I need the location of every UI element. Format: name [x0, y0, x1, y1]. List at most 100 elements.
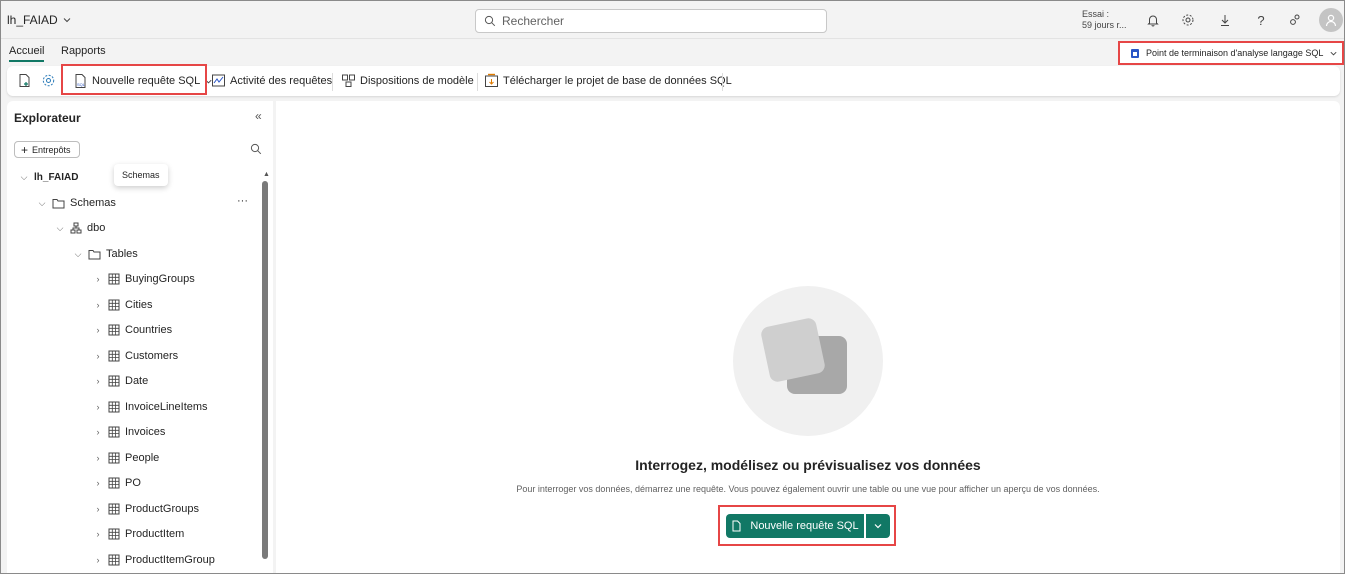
main-canvas: Interrogez, modélisez ou prévisualisez v… — [276, 101, 1340, 573]
tree-label: Customers — [125, 349, 179, 362]
activity-icon — [212, 74, 225, 87]
plus-icon: + — [21, 142, 29, 157]
chevron-right-icon: › — [96, 427, 100, 437]
tree-table-item[interactable]: › Customers — [93, 349, 179, 362]
endpoint-icon — [1131, 48, 1139, 58]
tree-table-item[interactable]: › ProductItem — [93, 528, 185, 540]
settings-icon[interactable] — [41, 73, 56, 88]
share-icon[interactable] — [1286, 11, 1304, 29]
warehouses-label: Entrepôts — [32, 144, 71, 155]
tree-table-item[interactable]: › PO — [93, 477, 141, 489]
tooltip: Schemas — [114, 164, 168, 186]
schema-icon — [70, 222, 82, 234]
scroll-up-icon[interactable]: ▲ — [263, 171, 270, 178]
search-icon[interactable] — [250, 143, 262, 158]
chevron-down-icon: ⌵ — [38, 197, 46, 208]
tree-label: Date — [125, 375, 149, 387]
table-icon — [108, 426, 120, 438]
tree-table-item[interactable]: › ProductItemGroup — [93, 554, 215, 566]
search-placeholder: Rechercher — [502, 14, 565, 28]
endpoint-label: Point de terminaison d'analyse langage S… — [1146, 48, 1324, 58]
workspace-selector[interactable]: lh_FAIAD — [7, 13, 72, 27]
model-layouts-label: Dispositions de modèle — [360, 74, 474, 87]
tree-label: lh_FAIAD — [34, 172, 79, 183]
chevron-right-icon: › — [96, 350, 100, 361]
tree-table-item[interactable]: › Cities — [93, 299, 153, 311]
tree-label: Invoices — [125, 426, 166, 438]
tree-table-item[interactable]: › InvoiceLineItems — [93, 401, 208, 413]
table-icon — [108, 273, 120, 285]
new-sql-highlight-frame — [61, 64, 207, 95]
tab-rapports[interactable]: Rapports — [61, 45, 106, 57]
cta-dropdown-button[interactable] — [866, 514, 890, 538]
scrollbar[interactable] — [262, 181, 268, 559]
trial-status[interactable]: Essai : 59 jours r... — [1082, 9, 1127, 31]
tree-table-item[interactable]: › Countries — [93, 324, 173, 336]
collapse-panel-icon[interactable]: « — [255, 109, 262, 123]
download-sql-project-label: Télécharger le projet de base de données… — [503, 74, 732, 87]
tree-label: dbo — [87, 222, 106, 234]
tree-tables-folder[interactable]: ⌵ Tables — [73, 248, 138, 260]
tree-table-item[interactable]: › Invoices — [93, 426, 166, 438]
download-sql-project-button[interactable]: Télécharger le projet de base de données… — [484, 73, 732, 88]
folder-icon — [88, 249, 101, 259]
chevron-right-icon: › — [96, 299, 100, 310]
app-window: lh_FAIAD Rechercher Essai : 59 jours r..… — [0, 0, 1345, 574]
chevron-right-icon: › — [96, 325, 100, 335]
bell-icon[interactable] — [1144, 11, 1162, 29]
query-activity-button[interactable]: Activité des requêtes — [211, 73, 332, 88]
new-item-icon[interactable] — [17, 73, 32, 88]
table-icon — [108, 452, 120, 463]
chevron-down-icon: ⌵ — [56, 222, 64, 233]
chevron-right-icon: › — [96, 478, 100, 488]
sql-file-icon — [732, 520, 741, 532]
help-icon[interactable]: ? — [1252, 11, 1270, 29]
empty-state-subtext: Pour interroger vos données, démarrez un… — [516, 484, 1100, 494]
tree-schemas-folder[interactable]: ⌵ Schemas — [37, 197, 116, 209]
layout-icon — [342, 74, 355, 87]
tree-label: BuyingGroups — [125, 273, 195, 285]
gear-icon[interactable] — [1179, 11, 1197, 29]
chevron-down-icon — [874, 524, 882, 529]
top-bar: lh_FAIAD Rechercher Essai : 59 jours r..… — [1, 1, 1344, 39]
person-icon — [1325, 14, 1337, 27]
chevron-right-icon: › — [96, 452, 100, 463]
table-icon — [108, 554, 120, 565]
tree-label: Schemas — [70, 197, 116, 209]
folder-icon — [52, 198, 65, 208]
table-icon — [108, 401, 120, 412]
model-layouts-button[interactable]: Dispositions de modèle — [341, 73, 474, 88]
table-icon — [108, 299, 120, 310]
divider — [477, 73, 478, 91]
more-options-icon[interactable]: ··· — [237, 195, 248, 207]
search-input[interactable]: Rechercher — [475, 9, 827, 33]
table-icon — [108, 503, 120, 514]
download-project-icon — [485, 73, 498, 87]
new-sql-query-cta-button[interactable]: Nouvelle requête SQL — [726, 514, 864, 538]
trial-days: 59 jours r... — [1082, 20, 1127, 30]
download-icon[interactable] — [1216, 11, 1234, 29]
explorer-panel: Explorateur « + Entrepôts ⌵ lh_FAIAD Sch… — [7, 101, 273, 573]
tree-table-item[interactable]: › ProductGroups — [93, 503, 199, 515]
divider — [332, 73, 333, 91]
chevron-right-icon: › — [96, 529, 100, 539]
chevron-down-icon: ⌵ — [74, 248, 82, 259]
query-illustration — [733, 286, 883, 436]
cta-label: Nouvelle requête SQL — [750, 520, 859, 532]
tab-accueil[interactable]: Accueil — [9, 45, 45, 62]
add-warehouses-button[interactable]: + Entrepôts — [14, 141, 80, 158]
tree-schema-dbo[interactable]: ⌵ dbo — [55, 222, 106, 234]
divider — [722, 73, 723, 91]
search-icon — [484, 15, 496, 27]
tree-root-lakehouse[interactable]: ⌵ lh_FAIAD — [19, 172, 79, 183]
tree-label: ProductItem — [125, 528, 185, 540]
table-icon — [108, 477, 120, 489]
sql-endpoint-selector[interactable]: Point de terminaison d'analyse langage S… — [1118, 41, 1344, 65]
empty-state-heading: Interrogez, modélisez ou prévisualisez v… — [635, 457, 981, 473]
avatar[interactable] — [1319, 8, 1343, 32]
table-icon — [108, 528, 120, 540]
tree-table-item[interactable]: › People — [93, 452, 160, 464]
tree-table-item[interactable]: › Date — [93, 375, 149, 387]
table-icon — [108, 350, 120, 361]
tree-table-item[interactable]: › BuyingGroups — [93, 273, 195, 285]
